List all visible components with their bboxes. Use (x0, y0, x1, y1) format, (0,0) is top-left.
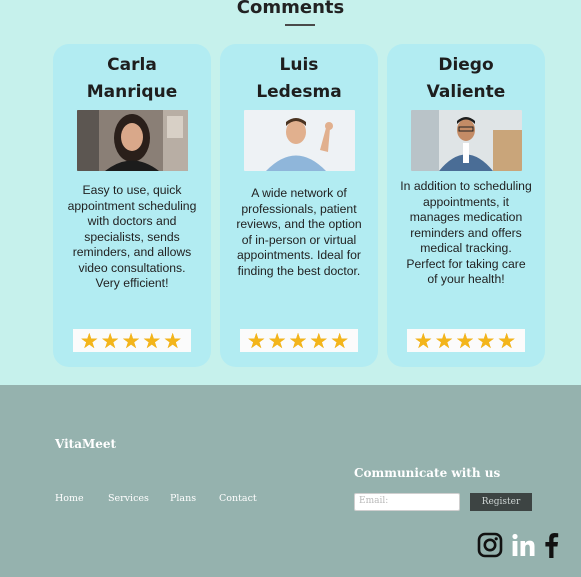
rating-stars: ★★★★★ (240, 329, 358, 352)
testimonial-card-luis: Luis Ledesma A wide network of professio… (220, 44, 378, 367)
testimonial-text: Easy to use, quick appointment schedulin… (67, 183, 197, 290)
testimonial-name: Diego Valiente (387, 52, 545, 106)
linkedin-icon[interactable] (511, 532, 537, 558)
footer-nav-plans[interactable]: Plans (170, 493, 196, 504)
name-last: Ledesma (256, 82, 342, 102)
name-first: Luis (279, 55, 319, 75)
name-first: Carla (107, 55, 157, 75)
name-last: Valiente (426, 82, 506, 102)
star-rating-text: ★★★★★ (79, 328, 185, 353)
communicate-title: Communicate with us (354, 466, 501, 480)
rating-stars: ★★★★★ (407, 329, 525, 352)
email-input[interactable]: Email: (354, 493, 460, 511)
section-title: Comments (236, 0, 345, 18)
testimonial-text: In addition to scheduling appointments, … (400, 179, 532, 286)
site-footer: VitaMeet Home Services Plans Contact Com… (0, 385, 581, 577)
comments-section: Comments Carla Manrique Easy to use, qui… (0, 0, 581, 385)
footer-nav-contact[interactable]: Contact (219, 493, 257, 504)
testimonial-card-carla: Carla Manrique Easy to use, quick appoin… (53, 44, 211, 367)
name-first: Diego (438, 55, 494, 75)
footer-nav-services[interactable]: Services (108, 493, 149, 504)
testimonial-card-diego: Diego Valiente In addition to scheduling… (387, 44, 545, 367)
testimonial-text: A wide network of professionals, patient… (236, 186, 362, 278)
testimonial-name: Carla Manrique (53, 52, 211, 106)
title-underline (285, 24, 315, 26)
testimonial-photo (244, 110, 355, 171)
facebook-icon[interactable] (541, 532, 567, 558)
testimonial-name: Luis Ledesma (220, 52, 378, 106)
star-rating-text: ★★★★★ (246, 328, 352, 353)
name-last: Manrique (86, 82, 178, 102)
star-rating-text: ★★★★★ (413, 328, 519, 353)
footer-nav-home[interactable]: Home (55, 493, 84, 504)
register-button[interactable]: Register (470, 493, 532, 511)
testimonial-photo (77, 110, 188, 171)
rating-stars: ★★★★★ (73, 329, 191, 352)
testimonial-photo (411, 110, 522, 171)
instagram-icon[interactable] (477, 532, 503, 558)
footer-brand[interactable]: VitaMeet (55, 437, 116, 451)
